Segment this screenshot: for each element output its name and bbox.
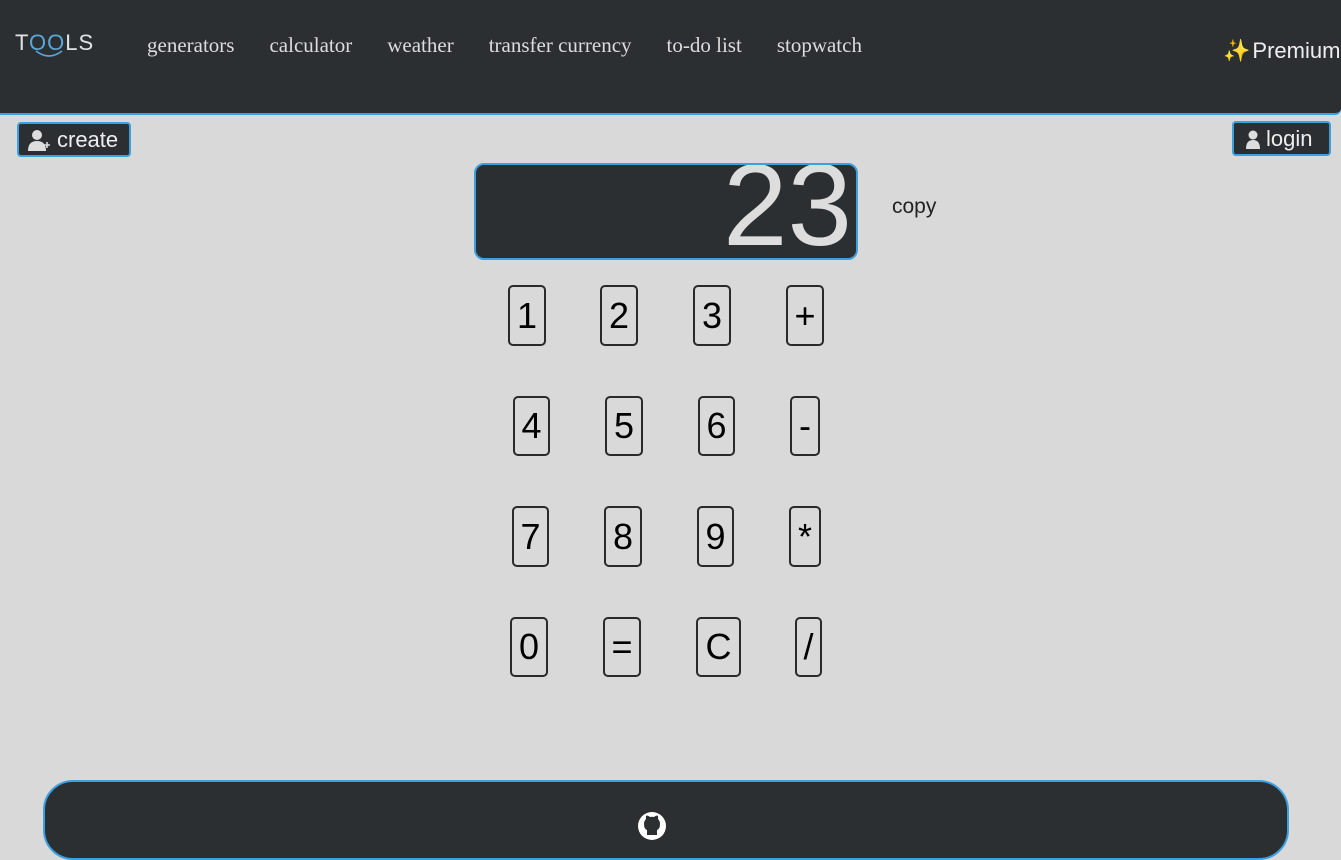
- key-1[interactable]: 1: [508, 285, 546, 346]
- nav-transfer-currency[interactable]: transfer currency: [489, 33, 632, 58]
- logo-letter: T: [15, 30, 30, 55]
- copy-button[interactable]: copy: [892, 195, 936, 219]
- premium-label: Premium: [1252, 38, 1341, 63]
- key-clear[interactable]: C: [696, 617, 741, 677]
- key-4[interactable]: 4: [513, 396, 550, 456]
- login-label: login: [1266, 125, 1313, 151]
- add-user-icon: [28, 129, 50, 151]
- key-multiply[interactable]: *: [789, 506, 821, 567]
- nav-calculator[interactable]: calculator: [269, 33, 352, 58]
- key-5[interactable]: 5: [605, 396, 643, 456]
- nav-stopwatch[interactable]: stopwatch: [777, 33, 862, 58]
- login-button[interactable]: login: [1232, 121, 1331, 156]
- logo-letter: LS: [65, 30, 95, 55]
- key-divide[interactable]: /: [795, 617, 822, 677]
- display-value: 23: [722, 163, 852, 260]
- key-9[interactable]: 9: [697, 506, 734, 567]
- key-8[interactable]: 8: [604, 506, 642, 567]
- key-3[interactable]: 3: [693, 285, 731, 346]
- footer: [43, 780, 1289, 860]
- key-6[interactable]: 6: [698, 396, 735, 456]
- github-icon[interactable]: [637, 811, 667, 841]
- top-navbar: TOOLS generators calculator weather tran…: [0, 0, 1341, 115]
- key-2[interactable]: 2: [600, 285, 638, 346]
- nav-generators[interactable]: generators: [147, 33, 234, 58]
- logo[interactable]: TOOLS: [15, 30, 95, 57]
- key-7[interactable]: 7: [512, 506, 549, 567]
- user-icon: [1246, 130, 1260, 149]
- key-minus[interactable]: -: [790, 396, 820, 456]
- key-plus[interactable]: +: [786, 285, 824, 346]
- key-equals[interactable]: =: [603, 617, 641, 677]
- sparkles-icon: ✨: [1223, 38, 1251, 63]
- create-account-button[interactable]: create: [17, 122, 131, 157]
- main-nav: generators calculator weather transfer c…: [147, 33, 897, 58]
- create-label: create: [57, 126, 119, 152]
- nav-todo-list[interactable]: to-do list: [667, 33, 742, 58]
- logo-smile-icon: [35, 50, 63, 57]
- key-0[interactable]: 0: [510, 617, 548, 677]
- nav-weather[interactable]: weather: [387, 33, 453, 58]
- premium-link[interactable]: ✨Premium: [1223, 38, 1340, 64]
- calculator-display: 23: [474, 163, 858, 260]
